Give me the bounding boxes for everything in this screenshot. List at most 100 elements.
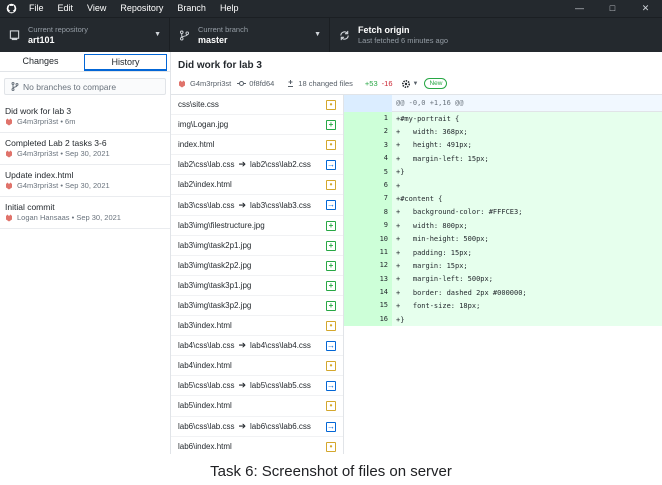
commit-sha: 0f8fd64 xyxy=(249,79,275,88)
file-row[interactable]: lab4\index.html • xyxy=(171,356,343,377)
maximize-icon[interactable]: □ xyxy=(596,0,629,17)
line-number: 3 xyxy=(368,138,392,153)
line-number: 7 xyxy=(368,192,392,206)
title-bar: File Edit View Repository Branch Help — □ ✕ xyxy=(0,0,662,17)
commit-list-item[interactable]: Update index.html G4m3rpri3st • Sep 30, 2… xyxy=(0,165,170,197)
file-row[interactable]: lab5\index.html • xyxy=(171,396,343,417)
file-path: lab5\index.html xyxy=(178,401,232,411)
menu-item-branch[interactable]: Branch xyxy=(170,0,213,17)
line-code: + margin: 15px; xyxy=(396,261,468,270)
hunk-text: @@ -0,0 +1,16 @@ xyxy=(396,99,464,107)
file-row[interactable]: img\Logan.jpg + xyxy=(171,115,343,136)
commit-list-item[interactable]: Completed Lab 2 tasks 3-6 G4m3rpri3st • S… xyxy=(0,133,170,165)
file-added-icon: + xyxy=(326,300,336,311)
branch-icon xyxy=(178,29,190,41)
file-path: lab4\index.html xyxy=(178,361,232,371)
file-new-path: lab4\css\lab4.css xyxy=(250,341,311,351)
menu-item-help[interactable]: Help xyxy=(213,0,246,17)
line-code: + xyxy=(396,181,401,190)
diff-icon xyxy=(288,80,294,87)
commit-list-item[interactable]: Did work for lab 3 G4m3rpri3st • 6m xyxy=(0,101,170,133)
line-number: 6 xyxy=(368,178,392,193)
file-renamed-icon: → xyxy=(326,200,336,211)
rename-arrow-icon: ➔ xyxy=(238,380,247,391)
tab-changes[interactable]: Changes xyxy=(0,52,81,71)
line-number: 1 xyxy=(368,112,392,126)
menu-item-file[interactable]: File xyxy=(22,0,51,17)
commit-item-author-date: Logan Hansaas • Sep 30, 2021 xyxy=(17,213,121,222)
avatar xyxy=(5,118,13,126)
changed-files-group: 18 changed files xyxy=(286,79,353,88)
line-number: 12 xyxy=(368,259,392,273)
commit-author: G4m3rpri3st xyxy=(190,79,232,88)
avatar xyxy=(5,150,13,158)
menu-item-repository[interactable]: Repository xyxy=(113,0,170,17)
file-modified-icon: • xyxy=(326,401,336,412)
commit-title: Did work for lab 3 xyxy=(178,60,262,71)
file-row[interactable]: lab3\index.html • xyxy=(171,316,343,337)
file-modified-icon: • xyxy=(326,361,336,372)
avatar xyxy=(5,182,13,190)
avatar xyxy=(178,80,186,88)
changed-files-list: css\site.css • img\Logan.jpg + index.html • la… xyxy=(171,95,344,454)
file-row[interactable]: lab3\img\task3p1.jpg + xyxy=(171,276,343,296)
file-row[interactable]: lab3\img\filestructure.jpg + xyxy=(171,216,343,236)
diff-settings-button[interactable]: ▼ xyxy=(401,79,418,89)
fetch-origin-button[interactable]: Fetch origin Last fetched 6 minutes ago xyxy=(330,18,490,52)
window-controls: — □ ✕ xyxy=(563,0,662,17)
rename-arrow-icon: ➔ xyxy=(238,159,247,170)
menu-item-view[interactable]: View xyxy=(80,0,113,17)
file-row[interactable]: lab3\img\task2p1.jpg + xyxy=(171,236,343,256)
file-row[interactable]: css\site.css • xyxy=(171,95,343,116)
file-row[interactable]: lab2\css\lab.css ➔ lab2\css\lab2.css → xyxy=(171,155,343,176)
commit-list: Did work for lab 3 G4m3rpri3st • 6m Comple… xyxy=(0,101,170,229)
file-row[interactable]: lab3\img\task2p2.jpg + xyxy=(171,256,343,276)
commit-item-author-date: G4m3rpri3st • Sep 30, 2021 xyxy=(17,149,110,158)
fetch-title: Fetch origin xyxy=(358,24,410,35)
file-row[interactable]: lab5\css\lab.css ➔ lab5\css\lab5.css → xyxy=(171,376,343,397)
git-commit-icon xyxy=(237,81,247,86)
file-modified-icon: • xyxy=(326,321,336,332)
close-icon[interactable]: ✕ xyxy=(629,0,662,17)
fetch-sub-label: Last fetched 6 minutes ago xyxy=(358,35,449,45)
tab-history[interactable]: History xyxy=(84,54,167,71)
file-row[interactable]: index.html • xyxy=(171,135,343,156)
menu-item-edit[interactable]: Edit xyxy=(51,0,81,17)
file-path: lab2\index.html xyxy=(178,180,232,190)
commit-item-meta: G4m3rpri3st • Sep 30, 2021 xyxy=(5,181,165,191)
current-branch-button[interactable]: Current branch master ▼ xyxy=(170,18,330,52)
file-row[interactable]: lab3\css\lab.css ➔ lab3\css\lab3.css → xyxy=(171,195,343,216)
deletions-count: -16 xyxy=(381,79,393,88)
hunk-header: @@ -0,0 +1,16 @@ xyxy=(344,95,662,112)
line-code: + width: 368px; xyxy=(396,128,468,137)
file-row[interactable]: lab6\css\lab.css ➔ lab6\css\lab6.css → xyxy=(171,417,343,437)
commit-item-title: Update index.html xyxy=(5,170,74,180)
line-number: 14 xyxy=(368,286,392,300)
file-path: css\site.css xyxy=(178,100,219,110)
diff-line: 14 + border: dashed 2px #000000; xyxy=(344,286,662,300)
file-row[interactable]: lab6\index.html • xyxy=(171,437,343,454)
line-number: 11 xyxy=(368,245,392,260)
commit-item-meta: G4m3rpri3st • Sep 30, 2021 xyxy=(5,149,165,159)
diff-line: 1 +#my-portrait { xyxy=(344,112,662,126)
file-path: lab3\img\task2p2.jpg xyxy=(178,260,252,270)
commit-item-author-date: G4m3rpri3st • 6m xyxy=(17,117,76,126)
file-row[interactable]: lab4\css\lab.css ➔ lab4\css\lab4.css → xyxy=(171,336,343,357)
line-code: + margin-left: 15px; xyxy=(396,154,489,163)
rename-arrow-icon: ➔ xyxy=(238,199,247,210)
current-repository-button[interactable]: Current repository art101 ▼ xyxy=(0,18,170,52)
branch-compare-placeholder: No branches to compare xyxy=(23,81,117,92)
line-number: 10 xyxy=(368,232,392,246)
line-code: + width: 800px; xyxy=(396,221,468,230)
diff-line: 13 + margin-left: 500px; xyxy=(344,272,662,287)
commit-meta: G4m3rpri3st 0f8fd64 18 changed files +53… xyxy=(178,78,448,89)
additions-count: +53 xyxy=(364,79,378,88)
file-row[interactable]: lab3\img\task3p2.jpg + xyxy=(171,296,343,317)
minimize-icon[interactable]: — xyxy=(563,0,596,17)
branch-compare-input[interactable]: No branches to compare xyxy=(4,78,166,95)
commit-list-item[interactable]: Initial commit Logan Hansaas • Sep 30, 20… xyxy=(0,197,170,229)
file-row[interactable]: lab2\index.html • xyxy=(171,175,343,196)
file-new-path: lab6\css\lab6.css xyxy=(250,421,311,431)
toolbar: Current repository art101 ▼ Current bran… xyxy=(0,17,662,52)
file-added-icon: + xyxy=(326,240,336,251)
